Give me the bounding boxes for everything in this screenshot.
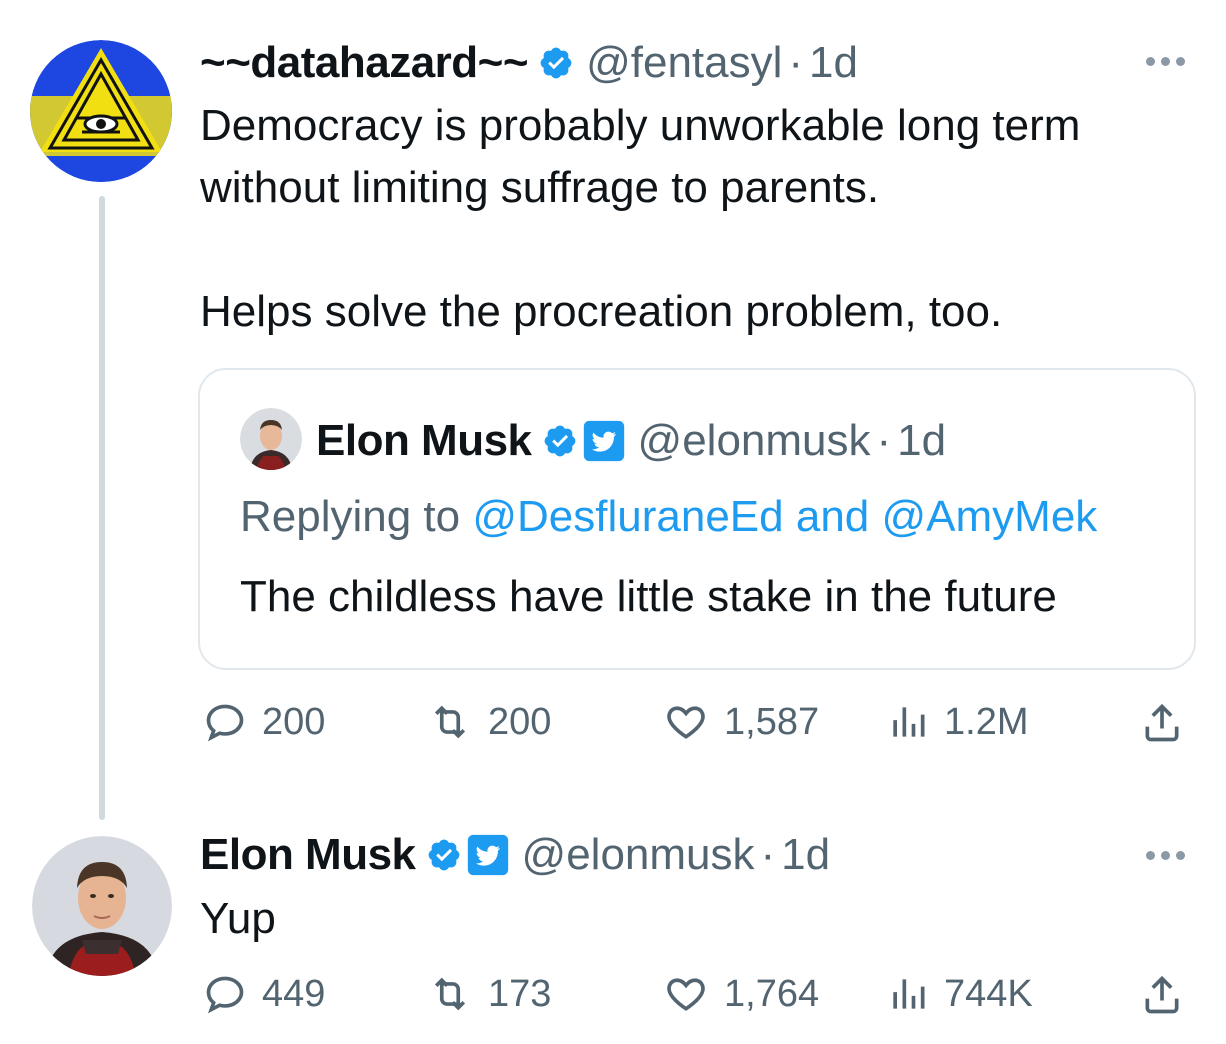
separator-dot: ·	[788, 38, 804, 87]
reply-count: 449	[262, 972, 326, 1015]
handle[interactable]: @elonmusk	[522, 830, 755, 880]
thread-connector-line	[99, 196, 105, 820]
reply-bubble-icon	[202, 700, 248, 744]
retweet-button[interactable]: 200	[426, 700, 551, 744]
views-count: 1.2M	[944, 700, 1029, 743]
share-button[interactable]	[1140, 700, 1184, 746]
replying-to: Replying to @DesfluraneEd and @AmyMek	[240, 492, 1097, 542]
like-count: 1,587	[724, 700, 820, 743]
mention-link[interactable]: @AmyMek	[882, 492, 1098, 541]
views-bar-icon	[886, 972, 930, 1016]
reply-actions: 449 173 1,764 744K	[200, 972, 1200, 1032]
display-name[interactable]: Elon Musk	[200, 830, 416, 880]
views-count: 744K	[944, 972, 1033, 1015]
timestamp[interactable]: 1d	[781, 830, 830, 880]
verified-badge-icon	[426, 837, 462, 873]
reply-count: 200	[262, 700, 326, 743]
like-button[interactable]: 1,587	[662, 700, 819, 744]
twitter-affiliate-icon	[582, 419, 626, 463]
verified-badge-icon	[538, 45, 574, 81]
heart-icon	[662, 700, 710, 744]
like-count: 1,764	[724, 972, 820, 1015]
tweet-header: ~~datahazard~~ @fentasyl · 1d	[200, 36, 858, 90]
more-options-icon[interactable]	[1146, 57, 1185, 66]
display-name[interactable]: ~~datahazard~~	[200, 38, 529, 88]
replying-prefix: Replying to	[240, 492, 473, 541]
avatar-datahazard[interactable]	[30, 40, 172, 182]
reply-text: Yup	[200, 894, 276, 943]
verified-badge-icon	[542, 423, 578, 459]
avatar-elonmusk[interactable]	[32, 836, 172, 976]
retweet-icon	[426, 700, 474, 744]
avatar-elonmusk-quote	[240, 408, 302, 470]
share-icon	[1140, 972, 1184, 1018]
share-icon	[1140, 700, 1184, 746]
retweet-button[interactable]: 173	[426, 972, 551, 1016]
timestamp[interactable]: 1d	[809, 38, 858, 88]
quoted-tweet-text: The childless have little stake in the f…	[240, 572, 1057, 621]
more-options-icon[interactable]	[1146, 851, 1185, 860]
tweet-actions: 200 200 1,587 1.2M	[200, 694, 1200, 754]
tweet-text: Democracy is probably unworkable long te…	[200, 101, 1081, 336]
reply-header: Elon Musk @elonmusk · 1d	[200, 828, 830, 882]
separator-dot: ·	[760, 830, 776, 879]
separator-dot: ·	[876, 416, 892, 465]
retweet-count: 173	[488, 972, 552, 1015]
quoted-timestamp: 1d	[897, 416, 947, 465]
like-button[interactable]: 1,764	[662, 972, 819, 1016]
mention-link[interactable]: @DesfluraneEd	[472, 492, 783, 541]
share-button[interactable]	[1140, 972, 1184, 1018]
handle[interactable]: @fentasyl	[586, 38, 782, 88]
quoted-tweet-header: Elon Musk @elonmusk · 1d	[316, 414, 946, 468]
heart-icon	[662, 972, 710, 1016]
reply-joiner: and	[783, 492, 882, 541]
views-bar-icon	[886, 700, 930, 744]
retweet-icon	[426, 972, 474, 1016]
reply-button[interactable]: 200	[202, 700, 325, 744]
quoted-handle: @elonmusk	[637, 416, 871, 465]
reply-bubble-icon	[202, 972, 248, 1016]
quoted-display-name: Elon Musk	[316, 416, 532, 465]
reply-button[interactable]: 449	[202, 972, 325, 1016]
views-button[interactable]: 1.2M	[886, 700, 1028, 744]
twitter-affiliate-icon	[466, 833, 510, 877]
views-button[interactable]: 744K	[886, 972, 1033, 1016]
retweet-count: 200	[488, 700, 552, 743]
